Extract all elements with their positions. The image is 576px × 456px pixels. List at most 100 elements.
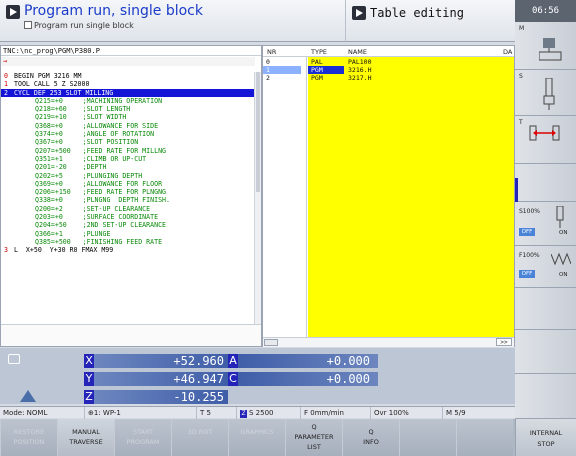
program-line[interactable]: Q204=+50 ;2ND SET-UP CLEARANCE	[1, 221, 255, 229]
spindle-override-off[interactable]: OFF	[519, 228, 535, 236]
nr-column-bg	[263, 57, 307, 337]
softkey-4[interactable]: GRAPHICS	[228, 419, 285, 456]
axis-label: A	[228, 354, 238, 368]
softkey-3[interactable]: 3D ROT	[171, 419, 228, 456]
program-panel: TNC:\nc_prog\PGM\P380.P → 0 BEGIN PGM 321…	[0, 45, 262, 347]
position-display: X +52.960 A +0.000 Y +46.947 C +0.000 Z -10.255	[0, 348, 515, 404]
cell-type: PGM	[311, 74, 323, 82]
s100-label: S100%	[519, 208, 540, 215]
program-line[interactable]: Q207=+500 ;FEED RATE FOR MILLNG	[1, 147, 255, 155]
program-bottom-area	[1, 324, 261, 346]
softkey-5[interactable]: Q PARAMETER LIST	[285, 419, 342, 456]
cell-nr: 0	[266, 58, 270, 66]
internal-stop-l2: STOP	[537, 440, 555, 448]
m-function-softkey[interactable]: M	[515, 22, 576, 70]
feed-override-softkey[interactable]: F100% OFF ON	[515, 246, 576, 288]
line-number: 0	[4, 72, 8, 80]
softkey-0[interactable]: RESTORE POSITION	[0, 419, 57, 456]
program-line[interactable]: Q218=+60 ;SLOT LENGTH	[1, 105, 255, 113]
status-m: M 5/9	[442, 407, 515, 419]
axis-value: +0.000	[238, 372, 378, 386]
program-line[interactable]: Q374=+0 ;ANGLE OF ROTATION	[1, 130, 255, 138]
program-line[interactable]: 3 L X+50 Y+30 R0 FMAX M99	[1, 246, 255, 254]
softkey-6[interactable]: Q INFO	[342, 419, 399, 456]
spindle-override-softkey[interactable]: S100% OFF ON	[515, 202, 576, 246]
col-nr: NR	[267, 48, 277, 56]
program-line[interactable]: Q215=+0 ;MACHINING OPERATION	[1, 97, 255, 105]
line-text: Q206=+150 ;FEED RATE FOR PLNGNG	[35, 188, 167, 197]
t-function-softkey[interactable]: T	[515, 116, 576, 164]
line-text: L X+50 Y+30 R0 FMAX M99	[14, 246, 114, 255]
line-text: CYCL DEF 253 SLOT MILLING	[14, 88, 114, 97]
program-scrollbar[interactable]	[254, 72, 261, 324]
block-pointer-arrow: →	[1, 57, 255, 66]
program-line[interactable]: Q369=+0 ;ALLOWANCE FOR FLOOR	[1, 180, 255, 188]
spindle-text: S 2500	[249, 409, 274, 417]
table-row[interactable]: 0 PAL PAL100	[263, 58, 514, 66]
program-line[interactable]: Q385=+500 ;FINISHING FEED RATE	[1, 238, 255, 246]
softkey-label: Q	[368, 428, 374, 436]
program-line[interactable]: Q351=+1 ;CLIMB OR UP-CUT	[1, 155, 255, 163]
line-number: 1	[4, 80, 8, 89]
tool-change-icon	[529, 125, 560, 141]
line-text: Q219=+10 ;SLOT WIDTH	[35, 113, 127, 122]
status-wp-text: 1: WP-1	[93, 409, 121, 417]
internal-stop-button[interactable]: INTERNAL STOP	[515, 419, 576, 456]
line-text: Q368=+0 ;ALLOWANCE FOR SIDE	[35, 121, 159, 130]
table-row[interactable]: 1 PGM 3216.H	[263, 66, 514, 74]
feed-override-icon	[551, 252, 571, 266]
table-header: NR TYPE NAME DA	[263, 46, 514, 57]
s-function-softkey[interactable]: S	[515, 70, 576, 116]
empty-right-softkey-2[interactable]	[515, 288, 576, 330]
clock: 06:56	[515, 0, 576, 22]
axis-label: C	[228, 372, 238, 386]
single-block-icon	[24, 21, 32, 29]
softkey-8[interactable]	[456, 419, 513, 456]
line-text: TOOL CALL 5 Z S2000	[14, 80, 90, 89]
softkey-label: GRAPHICS	[240, 428, 274, 436]
program-line[interactable]: Q206=+150 ;FEED RATE FOR PLNGNG	[1, 188, 255, 196]
softkey-2[interactable]: START PROGRAM	[114, 419, 171, 456]
pallet-table: NR TYPE NAME DA 0 PAL PAL100 1 PGM 3216.H 2 PGM…	[262, 45, 515, 347]
line-text: Q204=+50 ;2ND SET-UP CLEARANCE	[35, 221, 167, 230]
secondary-mode-title: Table editing	[370, 6, 464, 20]
empty-right-softkey-4[interactable]	[515, 374, 576, 419]
status-mode: Mode: NOML	[3, 409, 48, 417]
empty-right-softkey-3[interactable]	[515, 330, 576, 374]
softkey-label: LIST	[307, 443, 321, 451]
line-number: 3	[4, 246, 8, 255]
feed-override-off[interactable]: OFF	[519, 270, 535, 278]
program-line[interactable]: 0 BEGIN PGM 3216 MM	[1, 72, 255, 80]
spindle-icon	[543, 78, 555, 110]
status-tool: T 5	[196, 407, 236, 419]
horizontal-scroll-handle[interactable]	[264, 339, 278, 346]
program-line[interactable]: Q368=+0 ;ALLOWANCE FOR SIDE	[1, 122, 255, 130]
feed-override-on[interactable]: ON	[559, 272, 567, 278]
spindle-axis-mark: Z	[240, 410, 247, 418]
internal-stop-l1: INTERNAL	[529, 429, 563, 437]
program-line[interactable]: Q203=+0 ;SURFACE COORDINATE	[1, 213, 255, 221]
table-row[interactable]: 2 PGM 3217.H	[263, 74, 514, 82]
softkey-1[interactable]: MANUAL TRAVERSE	[57, 419, 114, 456]
program-line[interactable]: 1 TOOL CALL 5 Z S2000	[1, 80, 255, 88]
empty-right-softkey-1[interactable]	[515, 164, 576, 202]
cell-type: PGM	[308, 66, 344, 74]
secondary-mode-header[interactable]: Table editing	[345, 0, 515, 42]
mode-subtitle: Program run single block	[34, 21, 134, 30]
softkey-label: MANUAL	[72, 428, 100, 436]
program-line[interactable]: Q366=+1 ;PLUNGE	[1, 230, 255, 238]
program-line[interactable]: Q219=+10 ;SLOT WIDTH	[1, 113, 255, 121]
cell-type: PAL	[311, 58, 323, 66]
program-line[interactable]: Q367=+0 ;SLOT POSITION	[1, 138, 255, 146]
col-extra: DA	[503, 48, 513, 56]
softkey-7[interactable]	[399, 419, 456, 456]
program-line[interactable]: Q200=+2 ;SET-UP CLEARANCE	[1, 205, 255, 213]
program-lines[interactable]: 0 BEGIN PGM 3216 MM 1 TOOL CALL 5 Z S2000 2 C…	[1, 72, 255, 255]
program-line[interactable]: Q201=-20 ;DEPTH	[1, 163, 255, 171]
program-line[interactable]: Q338=+0 ;PLNGNG DEPTH FINISH.	[1, 196, 255, 204]
next-page-button[interactable]: >>	[496, 338, 512, 346]
program-line[interactable]: Q202=+5 ;PLUNGING DEPTH	[1, 172, 255, 180]
spindle-override-on[interactable]: ON	[559, 230, 567, 236]
program-line[interactable]: 2 CYCL DEF 253 SLOT MILLING	[1, 88, 255, 97]
status-overview-icon	[8, 354, 20, 364]
